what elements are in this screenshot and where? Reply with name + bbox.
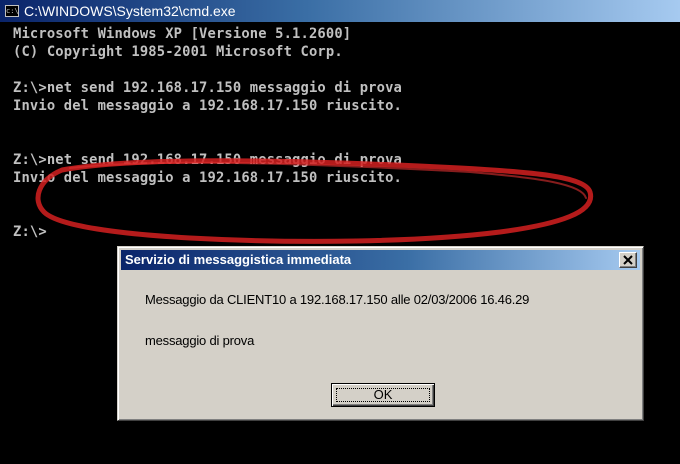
cmd-window-title: C:\WINDOWS\System32\cmd.exe: [24, 3, 236, 19]
message-text: messaggio di prova: [145, 333, 255, 348]
console-prompt: Z:\>: [13, 224, 47, 240]
close-button[interactable]: [619, 252, 637, 268]
cmd-icon: c:\: [5, 5, 19, 17]
ok-button[interactable]: OK: [331, 383, 435, 407]
dialog-titlebar[interactable]: Servizio di messaggistica immediata: [121, 250, 640, 270]
console-line: Invio del messaggio a 192.168.17.150 riu…: [13, 98, 402, 114]
console-line: Z:\>net send 192.168.17.150 messaggio di…: [13, 80, 402, 96]
ok-button-label: OK: [373, 387, 393, 402]
console-line: Microsoft Windows XP [Versione 5.1.2600]: [13, 26, 352, 42]
message-dialog: Servizio di messaggistica immediata Mess…: [117, 246, 644, 421]
close-icon: [623, 255, 633, 265]
console-line: Z:\>net send 192.168.17.150 messaggio di…: [13, 152, 402, 168]
console-line: (C) Copyright 1985-2001 Microsoft Corp.: [13, 44, 343, 60]
cmd-titlebar[interactable]: c:\ C:\WINDOWS\System32\cmd.exe: [0, 0, 680, 22]
message-header: Messaggio da CLIENT10 a 192.168.17.150 a…: [145, 292, 530, 307]
console-output[interactable]: Microsoft Windows XP [Versione 5.1.2600]…: [13, 25, 673, 241]
screen: c:\ C:\WINDOWS\System32\cmd.exe Microsof…: [0, 0, 680, 464]
console-line: Invio del messaggio a 192.168.17.150 riu…: [13, 170, 402, 186]
dialog-title: Servizio di messaggistica immediata: [125, 252, 352, 267]
